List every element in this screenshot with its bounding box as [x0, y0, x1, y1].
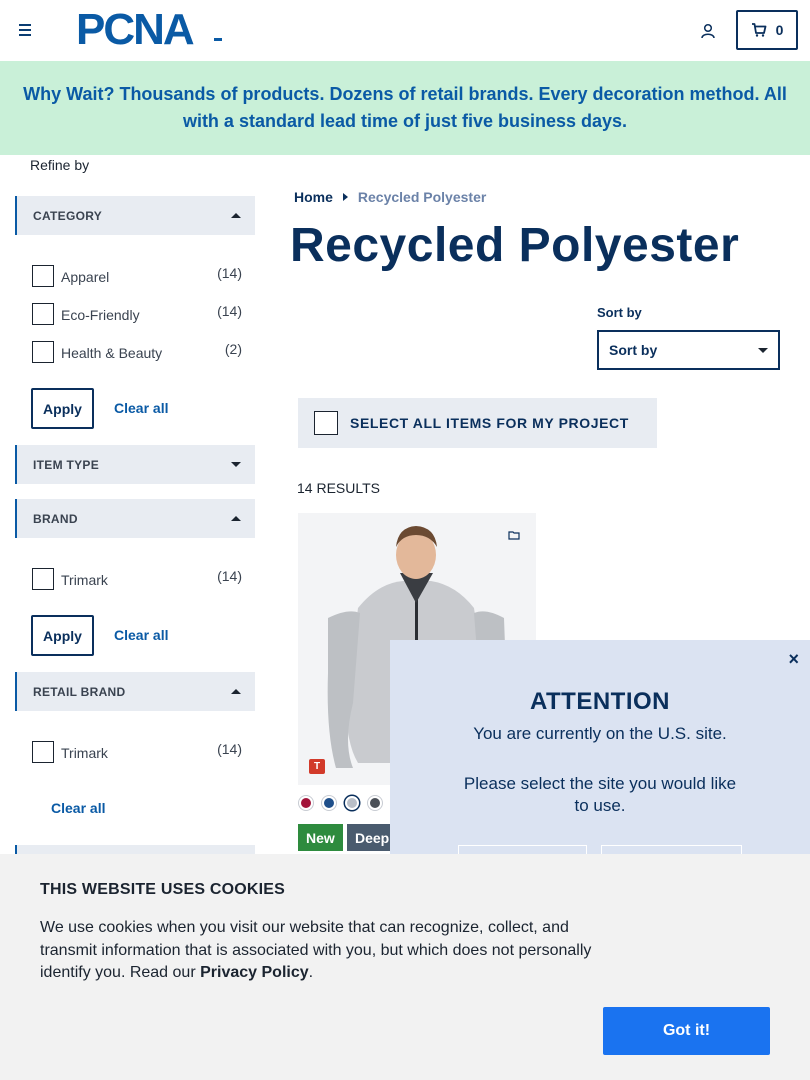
sort-select[interactable]: Sort by: [597, 330, 780, 370]
site-header: PCNA 0: [0, 0, 810, 61]
color-swatch[interactable]: [299, 796, 313, 810]
breadcrumb-home-link[interactable]: Home: [294, 189, 333, 205]
pcna-logo[interactable]: PCNA: [76, 8, 195, 52]
apply-button-category[interactable]: Apply: [31, 388, 94, 429]
facet-option-count: (14): [217, 265, 242, 281]
cart-count: 0: [775, 22, 784, 38]
results-count: 14 RESULTS: [297, 480, 380, 496]
facet-title: BRAND: [33, 511, 78, 526]
cookie-heading: THIS WEBSITE USES COOKIES: [40, 881, 286, 898]
checkbox[interactable]: [32, 741, 54, 763]
breadcrumb-separator-icon: [342, 193, 348, 201]
promo-banner-text: Why Wait? Thousands of products. Dozens …: [23, 84, 787, 131]
badge-new: New: [298, 824, 343, 851]
cookie-body-text: We use cookies when you visit our websit…: [40, 919, 592, 981]
checkbox[interactable]: [32, 341, 54, 363]
modal-heading: ATTENTION: [529, 688, 671, 715]
select-all-label: SELECT ALL ITEMS FOR MY PROJECT: [350, 415, 629, 431]
checkbox[interactable]: [32, 303, 54, 325]
chevron-down-icon: [758, 347, 768, 353]
site-selection-modal: × ATTENTION You are currently on the U.S…: [390, 640, 810, 885]
facet-option-label: Apparel: [61, 269, 110, 285]
facet-option-count: (14): [217, 741, 242, 757]
color-swatch[interactable]: [368, 796, 382, 810]
cookie-period: .: [308, 964, 314, 981]
chevron-up-icon: [231, 516, 241, 521]
chevron-up-icon: [231, 213, 241, 218]
facet-option-count: (14): [217, 303, 242, 319]
color-swatch-selected[interactable]: [345, 796, 359, 810]
cart-icon: [751, 23, 766, 37]
trimark-brand-icon: T: [309, 759, 325, 774]
apply-button-brand[interactable]: Apply: [31, 615, 94, 656]
facet-header-item-type[interactable]: ITEM TYPE: [15, 445, 255, 484]
chevron-up-icon: [231, 689, 241, 694]
facet-title: ITEM TYPE: [33, 457, 100, 472]
clear-all-link-brand[interactable]: Clear all: [114, 627, 168, 643]
cookie-banner: THIS WEBSITE USES COOKIES We use cookies…: [0, 854, 810, 1080]
cookie-text: We use cookies when you visit our websit…: [40, 917, 610, 985]
refine-by-label: Refine by: [30, 157, 90, 173]
select-all-items[interactable]: SELECT ALL ITEMS FOR MY PROJECT: [298, 398, 657, 448]
checkbox[interactable]: [314, 411, 338, 435]
privacy-policy-link[interactable]: Privacy Policy: [200, 964, 309, 981]
facet-option-trimark[interactable]: Trimark (14): [32, 565, 242, 590]
checkbox[interactable]: [32, 568, 54, 590]
facet-header-retail-brand[interactable]: RETAIL BRAND: [15, 672, 255, 711]
breadcrumb: Home Recycled Polyester: [294, 189, 486, 205]
facet-option-count: (2): [224, 341, 242, 357]
facet-option-label: Trimark: [61, 745, 108, 761]
clear-all-link-category[interactable]: Clear all: [114, 400, 168, 416]
color-swatches: [299, 796, 382, 810]
facet-option-label: Health & Beauty: [61, 345, 163, 361]
chevron-down-icon: [231, 462, 241, 467]
facet-title: RETAIL BRAND: [33, 684, 126, 699]
sort-label: Sort by: [597, 305, 642, 320]
facet-option-eco-friendly[interactable]: Eco-Friendly (14): [32, 300, 242, 325]
facet-option-count: (14): [217, 568, 242, 584]
modal-instruction-text: Please select the site you would like to…: [463, 774, 737, 815]
color-swatch[interactable]: [322, 796, 336, 810]
facet-option-apparel[interactable]: Apparel (14): [32, 262, 242, 287]
logo-underline: [214, 38, 222, 41]
breadcrumb-current: Recycled Polyester: [357, 189, 487, 205]
facet-header-brand[interactable]: BRAND: [15, 499, 255, 538]
facet-option-retail-trimark[interactable]: Trimark (14): [32, 738, 242, 763]
page-title: Recycled Polyester: [290, 219, 740, 272]
facet-option-health-beauty[interactable]: Health & Beauty (2): [32, 338, 242, 363]
close-icon[interactable]: ×: [788, 649, 799, 670]
user-account-icon[interactable]: [700, 23, 716, 39]
facet-title: CATEGORY: [33, 208, 103, 223]
got-it-button[interactable]: Got it!: [603, 1007, 770, 1055]
checkbox[interactable]: [32, 265, 54, 287]
sort-selected-value: Sort by: [609, 342, 658, 358]
facet-option-label: Eco-Friendly: [61, 307, 140, 323]
folder-icon[interactable]: [508, 530, 520, 540]
clear-all-link-retail-brand[interactable]: Clear all: [51, 800, 105, 816]
facet-header-category[interactable]: CATEGORY: [15, 196, 255, 235]
hamburger-menu-icon[interactable]: [19, 21, 37, 39]
promo-banner: Why Wait? Thousands of products. Dozens …: [0, 61, 810, 155]
facet-option-label: Trimark: [61, 572, 108, 588]
modal-current-site-text: You are currently on the U.S. site.: [473, 724, 727, 743]
cart-button[interactable]: 0: [736, 10, 798, 50]
